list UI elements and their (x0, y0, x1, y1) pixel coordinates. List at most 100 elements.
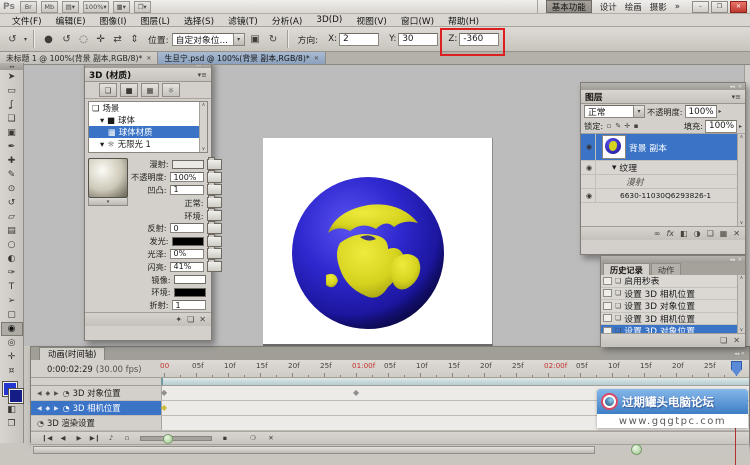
play-button[interactable]: ▶ (73, 434, 85, 442)
close-icon[interactable]: ✕ (738, 257, 742, 263)
history-state-row[interactable]: ❏设置 3D 相机位置 (601, 313, 745, 326)
visibility-eye-icon[interactable]: ◉ (583, 134, 596, 160)
toolbar-grip[interactable]: ◂◂ (0, 63, 23, 70)
link-layers-icon[interactable]: ∞ (654, 229, 661, 238)
texture-folder-icon[interactable] (207, 184, 222, 195)
menu-item[interactable]: 滤镜(T) (221, 14, 265, 27)
3d-slide-icon[interactable]: ⇄ (110, 32, 125, 46)
blend-mode-dropdown-icon[interactable]: ▾ (634, 105, 645, 118)
clone-stamp-tool[interactable]: ⊙ (1, 182, 23, 196)
3d-roll-icon[interactable]: ◌ (76, 32, 91, 46)
texture-folder-icon[interactable] (207, 248, 222, 259)
bridge-icon[interactable]: Br (20, 1, 37, 13)
track-label-cell[interactable]: ◔3D 渲染设置 (31, 416, 161, 430)
document-canvas[interactable] (263, 138, 493, 346)
blend-mode-select[interactable]: 正常 (584, 105, 634, 118)
position-select[interactable]: 自定对象位... (172, 33, 234, 46)
texture-folder-icon[interactable] (207, 197, 222, 208)
history-state-row[interactable]: ❏设置 3D 对象位置 (601, 325, 745, 333)
timeline-horizontal-scrollbar[interactable] (31, 444, 749, 454)
visibility-eye-icon[interactable]: ◉ (583, 161, 596, 174)
track-label-cell[interactable]: ◀ ◆ ▶◔3D 对象位置 (31, 386, 161, 400)
new-layer-icon[interactable]: ▦ (720, 229, 728, 238)
history-source-checkbox[interactable] (603, 314, 612, 322)
stopwatch-icon[interactable]: ◔ (63, 389, 70, 398)
history-source-checkbox[interactable] (603, 277, 612, 285)
return-home-icon[interactable]: ● (41, 32, 56, 46)
keyframe-navigator-icons[interactable]: ◀ ◆ ▶ (37, 390, 60, 397)
3d-camera-rotate-tool[interactable]: ◎ (1, 336, 23, 350)
color-swatch[interactable] (174, 288, 206, 297)
texture-folder-icon[interactable] (207, 210, 222, 221)
scroll-up-icon[interactable]: ∧ (740, 134, 744, 140)
scrollbar-knob[interactable] (631, 444, 642, 455)
texture-folder-icon[interactable] (207, 223, 222, 234)
marquee-tool[interactable]: ▭ (1, 84, 23, 98)
opacity-input[interactable]: 100% (685, 105, 717, 118)
history-source-checkbox[interactable] (603, 302, 612, 310)
stopwatch-icon[interactable]: ◔ (63, 404, 70, 413)
timeline-ruler[interactable]: 0005f10f15f20f25f01:00f05f10f15f20f25f02… (161, 360, 749, 377)
healing-brush-tool[interactable]: ✚ (1, 154, 23, 168)
panel-grip[interactable]: ◂◂✕ (581, 83, 745, 90)
3d-list-item[interactable]: ▾☼无限光 1 (89, 138, 207, 150)
3d-rotate-tool[interactable]: ◉ (1, 322, 23, 336)
scrollbar[interactable]: ∧∨ (737, 134, 745, 226)
expander-icon[interactable]: ▾ (612, 163, 616, 173)
color-swatch[interactable] (172, 237, 204, 246)
document-tab-active[interactable]: 生旦宁.psd @ 100%(背景 副本,RGB/8)* ✕ (158, 52, 325, 64)
delete-keyframe-icon[interactable]: ✕ (265, 434, 277, 442)
panel-menu-icon[interactable]: ▾≡ (732, 93, 741, 101)
first-frame-button[interactable]: ❙◀ (41, 434, 53, 442)
eraser-tool[interactable]: ▱ (1, 210, 23, 224)
close-button[interactable]: ✕ (730, 1, 747, 13)
expander-icon[interactable]: ▾ (100, 139, 104, 149)
scroll-up-icon[interactable]: ∧ (202, 102, 206, 108)
keyframe-diamond[interactable]: ◆ (161, 403, 167, 412)
zoom-tool[interactable]: ¤ (1, 364, 23, 378)
panel-menu-icon[interactable]: ▾≡ (198, 71, 207, 79)
3d-list-item[interactable]: ▦球体材质 (89, 126, 207, 138)
scrollbar[interactable]: ∧∨ (737, 275, 745, 333)
layer-row[interactable]: ◉▾纹理 (581, 161, 745, 175)
3d-list-item[interactable]: ▾■球体 (89, 114, 207, 126)
screen-mode-icon[interactable]: ❐▾ (134, 1, 151, 13)
fill-input[interactable]: 100% (705, 120, 737, 133)
new-snapshot-icon[interactable]: ❏ (720, 336, 727, 345)
brush-tool[interactable]: ✎ (1, 168, 23, 182)
delete-view-icon[interactable]: ↻ (266, 32, 281, 46)
texture-folder-icon[interactable] (207, 261, 222, 272)
quick-mask-icon[interactable]: ◧ (1, 403, 23, 417)
3d-pan-icon[interactable]: ✛ (93, 32, 108, 46)
arrange-documents-icon[interactable]: ▦▾ (113, 1, 130, 13)
history-source-checkbox[interactable] (603, 289, 612, 297)
layer-row[interactable]: ◉背景 副本 (581, 134, 745, 161)
property-input[interactable]: 100% (170, 172, 204, 182)
dodge-tool[interactable]: ◐ (1, 252, 23, 266)
position-dropdown-icon[interactable]: ▾ (234, 33, 245, 46)
menu-item[interactable]: 视图(V) (349, 14, 393, 27)
zoom-level[interactable]: 100%▾ (83, 1, 109, 13)
previous-frame-button[interactable]: ◀ (57, 434, 69, 442)
audio-toggle-button[interactable]: ♪ (105, 434, 117, 442)
track-label-cell[interactable]: ◀ ◆ ▶◔3D 相机位置 (31, 401, 161, 415)
lock-icon-1[interactable]: ▫ (605, 122, 613, 130)
screen-mode-icon[interactable]: ❐ (1, 417, 23, 431)
filter-scene-icon[interactable]: ❏ (99, 83, 117, 97)
lock-icon-2[interactable]: ✎ (614, 122, 622, 130)
property-input[interactable]: 1 (172, 300, 206, 310)
color-swatch[interactable] (172, 160, 204, 169)
close-icon[interactable]: ✕ (738, 84, 742, 90)
keyframe-diamond[interactable]: ◆ (161, 388, 167, 397)
layer-mask-icon[interactable]: ◧ (680, 229, 688, 238)
collapse-icon[interactable]: ◂◂ (730, 84, 735, 90)
save-view-icon[interactable]: ▣ (248, 32, 263, 46)
menu-item[interactable]: 3D(D) (309, 15, 349, 25)
scroll-up-icon[interactable]: ∧ (740, 275, 744, 281)
opacity-slider-icon[interactable]: ▸ (719, 108, 722, 115)
zoom-out-icon[interactable]: ▫ (121, 434, 133, 442)
tool-preset-icon[interactable]: ↺ (4, 31, 21, 47)
menu-item[interactable]: 帮助(H) (441, 14, 486, 27)
tool-preset-arrow-icon[interactable]: ▾ (24, 36, 27, 43)
work-area-range[interactable] (161, 378, 749, 385)
